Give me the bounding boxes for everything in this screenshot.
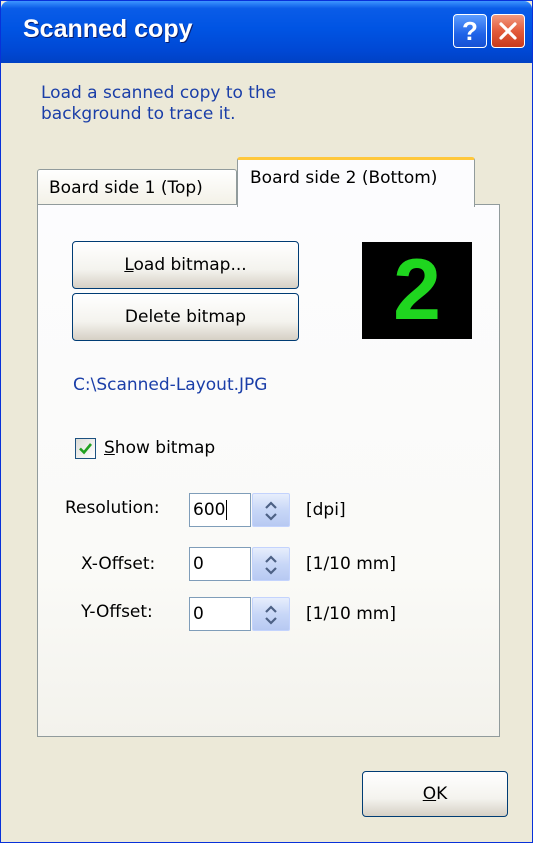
y-offset-input[interactable]: 0 bbox=[189, 597, 251, 631]
y-offset-label: Y-Offset: bbox=[81, 602, 153, 622]
y-offset-unit: [1/10 mm] bbox=[306, 604, 396, 624]
resolution-label: Resolution: bbox=[65, 498, 160, 518]
tab-label: Board side 1 (Top) bbox=[49, 178, 203, 198]
tab-label: Board side 2 (Bottom) bbox=[250, 168, 438, 188]
tab-board-side-2[interactable]: Board side 2 (Bottom) bbox=[237, 157, 475, 207]
description-text: Load a scanned copy to the background to… bbox=[41, 83, 277, 124]
delete-bitmap-button[interactable]: Delete bitmap bbox=[72, 293, 299, 341]
show-bitmap-checkbox[interactable] bbox=[75, 438, 96, 459]
ok-button[interactable]: OK bbox=[362, 771, 508, 817]
y-offset-spinner[interactable] bbox=[252, 597, 290, 631]
button-label: Delete bitmap bbox=[124, 307, 247, 327]
board-side-badge: 2 bbox=[362, 242, 472, 339]
spin-down-icon[interactable] bbox=[265, 513, 277, 521]
help-icon: ? bbox=[462, 16, 478, 46]
text-caret bbox=[226, 500, 228, 520]
accelerator-key: O bbox=[422, 784, 437, 804]
input-value: 600 bbox=[193, 500, 226, 520]
resolution-input[interactable]: 600 bbox=[189, 493, 251, 527]
spin-up-icon[interactable] bbox=[265, 605, 277, 613]
resolution-unit: [dpi] bbox=[306, 500, 346, 520]
accelerator-key: L bbox=[124, 255, 134, 275]
spin-up-icon[interactable] bbox=[265, 555, 277, 563]
window-title: Scanned copy bbox=[23, 15, 193, 43]
tab-board-side-1[interactable]: Board side 1 (Top) bbox=[37, 169, 237, 205]
title-bar[interactable]: Scanned copy ? bbox=[1, 1, 532, 63]
x-offset-input[interactable]: 0 bbox=[189, 547, 251, 581]
spin-down-icon[interactable] bbox=[265, 567, 277, 575]
spin-down-icon[interactable] bbox=[265, 617, 277, 625]
x-offset-unit: [1/10 mm] bbox=[306, 554, 396, 574]
resolution-spinner[interactable] bbox=[252, 493, 290, 527]
x-offset-label: X-Offset: bbox=[81, 554, 156, 574]
input-value: 0 bbox=[193, 554, 204, 574]
load-bitmap-button[interactable]: Load bitmap... bbox=[72, 241, 299, 289]
label-text: how bitmap bbox=[114, 438, 216, 458]
button-label: oad bitmap... bbox=[133, 255, 247, 275]
scanned-copy-dialog: Scanned copy ? Load a scanned copy to th… bbox=[0, 0, 533, 843]
button-label: K bbox=[436, 784, 448, 804]
bitmap-file-path: C:\Scanned-Layout.JPG bbox=[73, 375, 268, 395]
close-button[interactable] bbox=[491, 14, 525, 48]
input-value: 0 bbox=[193, 604, 204, 624]
checkmark-icon bbox=[79, 443, 93, 455]
show-bitmap-label[interactable]: Show bitmap bbox=[104, 438, 215, 458]
x-offset-spinner[interactable] bbox=[252, 547, 290, 581]
close-icon bbox=[499, 22, 517, 40]
spin-up-icon[interactable] bbox=[265, 501, 277, 509]
accelerator-key: S bbox=[104, 438, 115, 458]
help-button[interactable]: ? bbox=[453, 14, 487, 48]
